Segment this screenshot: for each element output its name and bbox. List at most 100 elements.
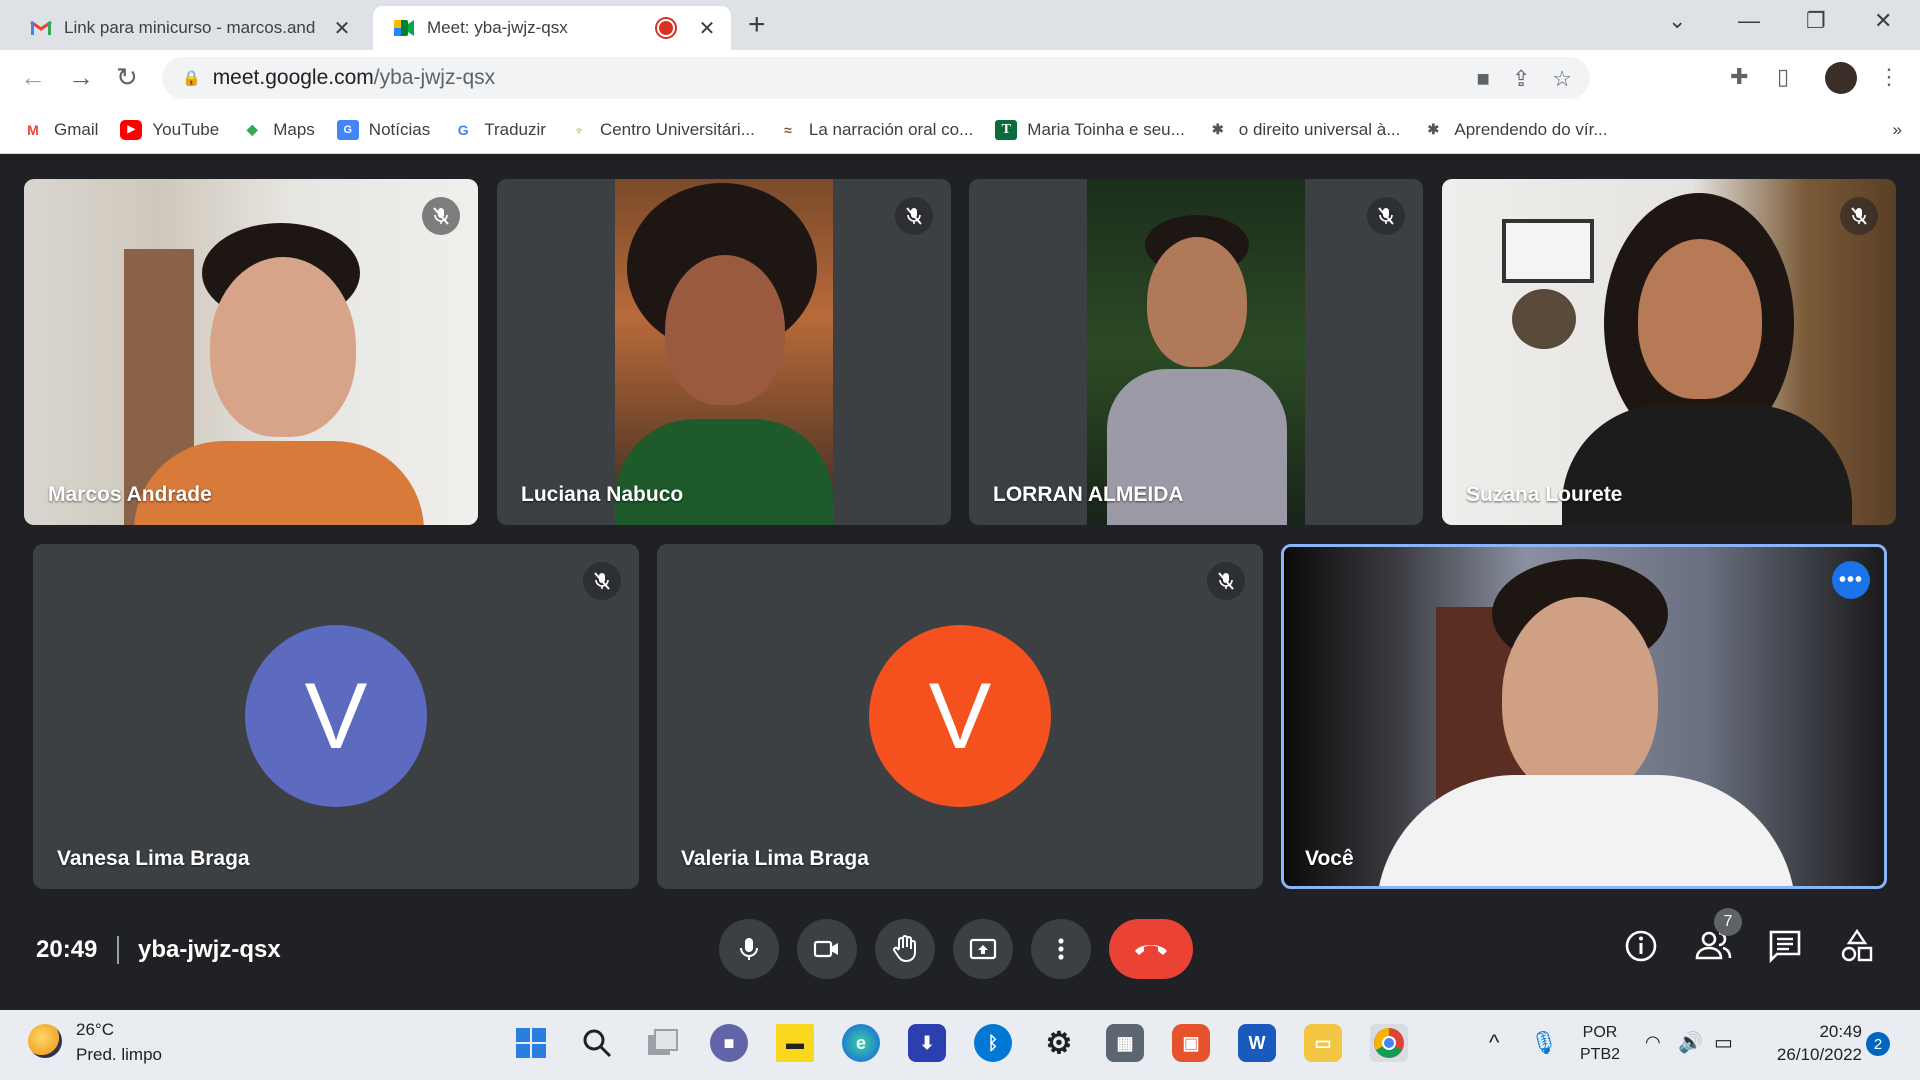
tab-gmail[interactable]: Link para minicurso - marcos.and ✕: [10, 6, 366, 50]
tab-search-chevron-icon[interactable]: ⌄: [1668, 8, 1686, 34]
language-code: POR: [1582, 1024, 1618, 1041]
bookmarks-bar: M Gmail ▶ YouTube ◆ Maps G Notícias G Traduzi…: [0, 106, 1920, 154]
office-app-icon[interactable]: ▣: [1172, 1024, 1210, 1062]
bookmark-youtube[interactable]: ▶ YouTube: [120, 119, 219, 140]
bluetooth-icon[interactable]: ᛒ: [974, 1024, 1012, 1062]
minimize-button[interactable]: —: [1738, 8, 1760, 34]
translate-icon: G: [457, 121, 469, 138]
bookmark-noticias[interactable]: G Notícias: [336, 119, 431, 140]
side-panel-icon[interactable]: ▯: [1777, 64, 1789, 90]
participant-avatar: V: [245, 625, 427, 807]
close-tab-icon[interactable]: ✕: [328, 16, 356, 41]
new-tab-button[interactable]: +: [748, 8, 766, 42]
notification-count-badge[interactable]: 2: [1866, 1032, 1890, 1056]
bookmark-maria-toinha[interactable]: T Maria Toinha e seu...: [995, 119, 1185, 140]
show-hidden-icons-chevron-icon[interactable]: ^: [1489, 1030, 1499, 1056]
search-icon[interactable]: [578, 1024, 616, 1062]
url-path: /yba-jwjz-qsx: [373, 66, 496, 89]
wifi-icon[interactable]: ◠: [1645, 1032, 1661, 1053]
participant-video: [1442, 179, 1896, 525]
site-logo-icon: ✱: [1211, 121, 1224, 137]
participant-tile-luciana[interactable]: Luciana Nabuco: [497, 179, 951, 525]
chat-app-icon[interactable]: ■: [710, 1024, 748, 1062]
bookmark-star-icon[interactable]: ☆: [1552, 66, 1572, 92]
bookmark-label: Notícias: [368, 119, 431, 139]
more-options-button[interactable]: [1031, 919, 1091, 979]
microphone-in-use-icon[interactable]: 🎙: [1530, 1030, 1558, 1056]
keyboard-layout: PTB2: [1580, 1046, 1621, 1063]
tab-meet[interactable]: Meet: yba-jwjz-qsx ✕: [373, 6, 731, 50]
battery-icon[interactable]: ▭: [1714, 1030, 1733, 1055]
browser-menu-icon[interactable]: ⋮: [1878, 64, 1900, 90]
gmail-icon: M: [27, 121, 39, 138]
extensions-icon[interactable]: ✚: [1730, 64, 1748, 90]
app-installer-icon[interactable]: ⬇: [908, 1024, 946, 1062]
chrome-icon[interactable]: [1370, 1024, 1408, 1062]
task-view-icon[interactable]: [644, 1024, 682, 1062]
participant-tile-lorran[interactable]: LORRAN ALMEIDA: [969, 179, 1423, 525]
address-bar[interactable]: 🔒 meet.google.com/yba-jwjz-qsx ■ ⇪ ☆: [162, 57, 1590, 99]
calculator-icon[interactable]: ▦: [1106, 1024, 1144, 1062]
camera-button[interactable]: [797, 919, 857, 979]
word-icon[interactable]: W: [1238, 1024, 1276, 1062]
bookmark-aprendendo[interactable]: ✱ Aprendendo do vír...: [1422, 119, 1608, 140]
bookmark-gmail[interactable]: M Gmail: [22, 120, 98, 140]
input-language-indicator[interactable]: POR PTB2: [1580, 1022, 1620, 1066]
bookmark-centro-universitario[interactable]: ♆ Centro Universitári...: [568, 120, 755, 140]
divider: [117, 936, 119, 964]
camera-in-use-icon[interactable]: ■: [1477, 66, 1490, 92]
reload-button[interactable]: ↻: [116, 62, 138, 93]
muted-mic-icon: [1840, 197, 1878, 235]
browser-toolbar: ← → ↻ 🔒 meet.google.com/yba-jwjz-qsx ■ ⇪…: [0, 50, 1920, 106]
participant-tile-suzana[interactable]: Suzana Lourete: [1442, 179, 1896, 525]
maps-icon: ◆: [246, 121, 258, 137]
participant-video: [24, 179, 478, 525]
chat-icon[interactable]: [1767, 928, 1803, 969]
settings-gear-icon[interactable]: ⚙: [1040, 1024, 1078, 1062]
participant-video: [615, 179, 833, 525]
bookmark-maps[interactable]: ◆ Maps: [241, 120, 315, 140]
share-icon[interactable]: ⇪: [1512, 66, 1530, 92]
bookmark-label: Maria Toinha e seu...: [1027, 119, 1185, 139]
clock-time: 20:49: [1819, 1022, 1862, 1041]
edge-icon[interactable]: e: [842, 1024, 880, 1062]
meeting-details-icon[interactable]: [1623, 928, 1659, 969]
hand-icon: [893, 935, 916, 963]
raise-hand-button[interactable]: [875, 919, 935, 979]
back-button[interactable]: ←: [20, 62, 46, 93]
present-screen-button[interactable]: [953, 919, 1013, 979]
volume-icon[interactable]: 🔊: [1678, 1030, 1703, 1055]
weather-icon[interactable]: [28, 1024, 62, 1058]
face: [1638, 239, 1762, 399]
restore-button[interactable]: ❐: [1806, 8, 1826, 34]
profile-avatar[interactable]: [1825, 62, 1857, 94]
more-bookmarks-button[interactable]: »: [1893, 120, 1902, 140]
participant-tile-vanesa[interactable]: V Vanesa Lima Braga: [33, 544, 639, 889]
bookmark-label: Maps: [273, 119, 315, 139]
system-clock[interactable]: 20:49 26/10/2022: [1762, 1020, 1862, 1066]
bookmark-traduzir[interactable]: G Traduzir: [452, 120, 546, 140]
participant-tile-self[interactable]: ••• Você: [1281, 544, 1887, 889]
news-icon: G: [336, 119, 359, 140]
participant-tile-valeria[interactable]: V Valeria Lima Braga: [657, 544, 1263, 889]
close-tab-icon[interactable]: ✕: [693, 16, 721, 41]
bookmark-direito-universal[interactable]: ✱ o direito universal à...: [1207, 120, 1400, 140]
recording-indicator-icon: [657, 19, 675, 37]
tab-title: Link para minicurso - marcos.and: [64, 18, 316, 37]
participant-name: LORRAN ALMEIDA: [993, 483, 1184, 506]
close-window-button[interactable]: ✕: [1874, 8, 1892, 34]
bookmark-label: Aprendendo do vír...: [1454, 119, 1608, 139]
wall-frame: [1502, 219, 1594, 283]
start-menu-icon[interactable]: [512, 1024, 550, 1062]
leave-call-button[interactable]: [1109, 919, 1193, 979]
participant-tile-marcos[interactable]: Marcos Andrade: [24, 179, 478, 525]
bookmark-label: Centro Universitári...: [599, 119, 755, 139]
microphone-button[interactable]: [719, 919, 779, 979]
activities-icon[interactable]: [1839, 928, 1875, 969]
file-explorer-icon[interactable]: ▭: [1304, 1024, 1342, 1062]
bookmark-narracion-oral[interactable]: ≈ La narración oral co...: [777, 120, 973, 140]
sticky-notes-icon[interactable]: ▬: [776, 1024, 814, 1062]
browser-tab-strip: Link para minicurso - marcos.and ✕ Meet:…: [0, 0, 1920, 50]
more-options-icon[interactable]: •••: [1832, 561, 1870, 599]
forward-button[interactable]: →: [68, 62, 94, 93]
